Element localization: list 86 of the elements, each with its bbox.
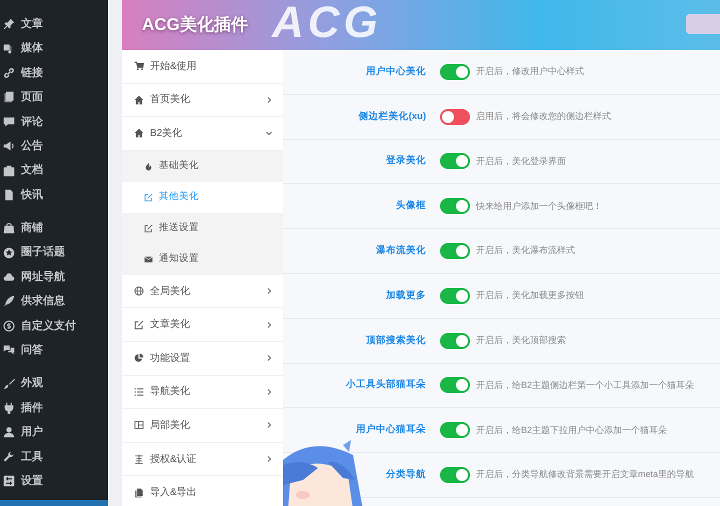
user-icon [3, 426, 15, 438]
toggle-switch[interactable] [440, 243, 470, 260]
menu-item[interactable]: 快讯 [0, 182, 108, 208]
setting-description: 开启后，美化加载更多按钮 [475, 289, 584, 302]
toggle-switch[interactable] [440, 377, 470, 394]
menu-item[interactable]: 文档 [0, 158, 108, 183]
toggle-switch[interactable] [440, 422, 470, 438]
menu-item[interactable]: 外观 [0, 371, 108, 396]
setting-description: 开启后，美化顶部搜索 [475, 334, 566, 347]
flame-icon [144, 162, 153, 171]
archive-icon [3, 164, 15, 177]
menu-item[interactable]: 公告 [0, 134, 108, 158]
menu-item[interactable]: 商铺 [0, 216, 108, 241]
setting-description: 快来给用户添加一个头像框吧！ [474, 200, 602, 213]
home-icon [134, 128, 144, 138]
toggle-switch[interactable] [440, 467, 470, 484]
list-icon [134, 386, 144, 397]
cart-icon [134, 61, 144, 72]
menu-item[interactable]: 自定义支付 [0, 314, 108, 338]
toggle-switch[interactable] [440, 332, 470, 349]
menu-item[interactable]: 工具 [0, 444, 108, 470]
toggle-switch[interactable] [440, 108, 470, 125]
megaphone-icon [3, 140, 15, 152]
pages-icon [3, 91, 15, 104]
menu-item[interactable]: 供求信息 [0, 289, 108, 314]
setting-label: 头像框 [395, 199, 427, 214]
plugin-title: ACG美化插件 [142, 14, 248, 36]
edit-icon [144, 224, 153, 233]
menu-item[interactable]: 网址导航 [0, 264, 108, 290]
menu-item[interactable]: 链接 [0, 60, 108, 86]
setting-description: 开启后，分类导航修改背景需要开启文章meta里的导航 [475, 468, 694, 482]
menu-item[interactable]: 页面 [0, 85, 108, 110]
edit-icon [134, 320, 144, 330]
edit-icon [144, 192, 153, 202]
menu-item[interactable]: 文章 [0, 12, 108, 36]
menu-item[interactable]: 媒体 [0, 36, 108, 61]
nav-subitem[interactable]: 通知设置 [122, 244, 283, 275]
setting-label: 登录美化 [384, 154, 427, 168]
mail-icon [144, 254, 153, 264]
menu-item[interactable]: 评论 [0, 110, 108, 134]
globe-icon [134, 286, 144, 296]
link-icon [3, 66, 15, 79]
setting-description: 启用后，将会修改您的侧边栏样式 [475, 110, 611, 123]
toggle-switch[interactable] [440, 153, 470, 170]
setting-description: 开启后，修改用户中心样式 [475, 65, 584, 78]
nav-subitem[interactable]: 基础美化 [122, 150, 283, 182]
quill-icon [3, 295, 15, 308]
wrench-icon [3, 450, 15, 463]
menu-item[interactable]: 插件 [0, 396, 108, 420]
pie-chart-icon [134, 353, 144, 364]
plug-icon [3, 402, 15, 414]
setting-label: 小工具头部猫耳朵 [344, 378, 427, 392]
toggle-switch[interactable] [440, 288, 470, 304]
ladder-icon [134, 454, 144, 464]
cloud-icon [3, 271, 15, 284]
menu-item[interactable]: 用户 [0, 420, 108, 445]
nav-subitem[interactable]: 推送设置 [122, 212, 283, 244]
menu-item[interactable]: 设置 [0, 469, 108, 494]
setting-label: 用户中心猫耳朵 [355, 423, 427, 438]
setting-description: 开启后，美化登录界面 [475, 154, 566, 168]
setting-description: 开启后，美化瀑布流样式 [475, 244, 575, 258]
setting-description: 开启后，给B2主题下拉用户中心添加一个猫耳朵 [475, 424, 668, 437]
setting-label: 顶部搜索美化 [364, 334, 427, 348]
toggle-switch[interactable] [440, 64, 470, 80]
document-icon [3, 188, 15, 201]
pin-icon [3, 18, 15, 30]
setting-label: 分类导航 [384, 468, 427, 482]
setting-label: 侧边栏美化(xu) [357, 110, 427, 124]
setting-label: 用户中心美化 [365, 64, 427, 79]
toggle-switch[interactable] [440, 198, 470, 214]
star-circle-icon [3, 246, 15, 259]
setting-label: 加载更多 [385, 288, 427, 303]
comment-icon [3, 116, 15, 128]
header-watermark-text: ACG [272, 1, 382, 45]
menu-item[interactable]: 问答 [0, 338, 108, 362]
settings-icon [3, 475, 15, 488]
documents-icon [134, 488, 144, 498]
layout-icon [134, 420, 144, 430]
menu-item[interactable]: 圈子话题 [0, 240, 108, 265]
store-icon [3, 222, 15, 234]
chat-bubbles-icon [3, 344, 15, 356]
dollar-circle-icon [3, 320, 15, 332]
brush-icon [3, 378, 15, 390]
setting-description: 开启后，给B2主题侧边栏第一个小工具添加一个猫耳朵 [475, 378, 694, 392]
setting-label: 瀑布流美化 [375, 244, 427, 258]
home-icon [134, 94, 144, 105]
